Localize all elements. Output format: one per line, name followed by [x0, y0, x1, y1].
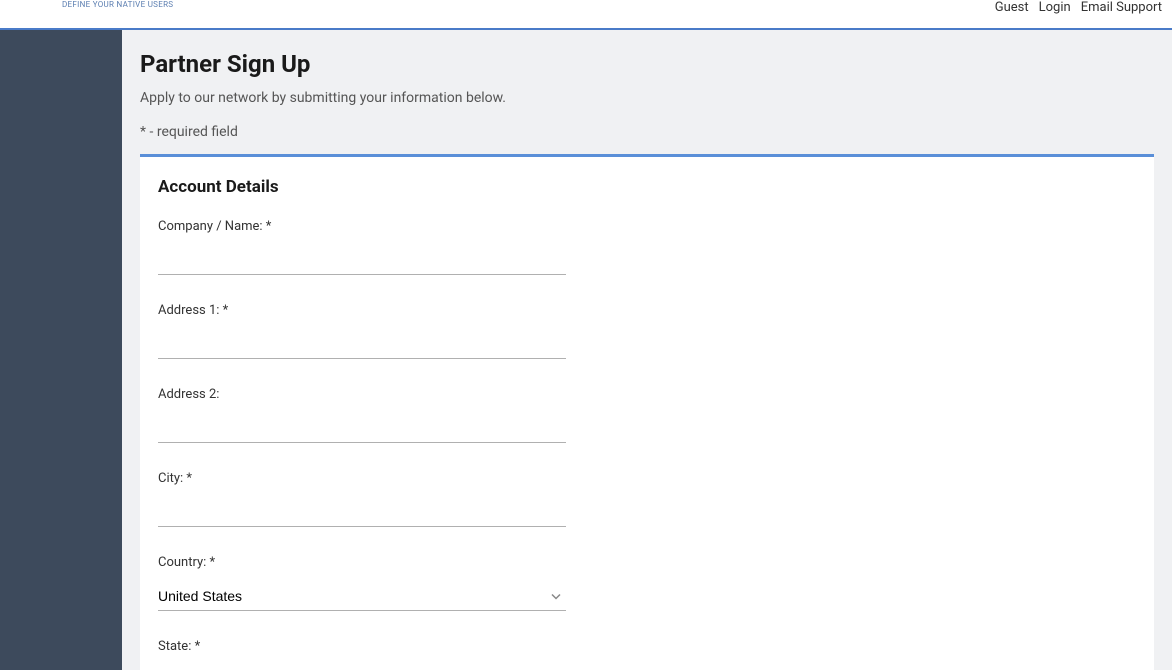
page-title: Partner Sign Up: [140, 50, 1154, 78]
required-note: * - required field: [140, 124, 1154, 140]
state-label: State: *: [158, 639, 566, 654]
main-container: Partner Sign Up Apply to our network by …: [0, 30, 1172, 670]
address2-label: Address 2:: [158, 387, 566, 402]
guest-link[interactable]: Guest: [995, 0, 1029, 15]
company-name-label: Company / Name: *: [158, 219, 566, 234]
country-select-wrapper: United States: [158, 582, 566, 611]
content-area: Partner Sign Up Apply to our network by …: [122, 30, 1172, 670]
sidebar: [0, 30, 122, 670]
email-support-link[interactable]: Email Support: [1081, 0, 1162, 15]
address1-field: Address 1: *: [158, 303, 566, 359]
city-field: City: *: [158, 471, 566, 527]
header-links: Guest Login Email Support: [995, 0, 1162, 15]
top-header: DEFINE YOUR NATIVE USERS Guest Login Ema…: [0, 0, 1172, 30]
state-select-wrapper: Alabama: [158, 666, 566, 670]
login-link[interactable]: Login: [1039, 0, 1071, 15]
logo: DEFINE YOUR NATIVE USERS: [10, 0, 173, 9]
address2-field: Address 2:: [158, 387, 566, 443]
country-select[interactable]: United States: [158, 582, 566, 611]
form-card: Account Details Company / Name: * Addres…: [140, 154, 1154, 670]
country-field: Country: * United States: [158, 555, 566, 611]
section-title: Account Details: [158, 177, 1136, 197]
address1-label: Address 1: *: [158, 303, 566, 318]
city-input[interactable]: [158, 498, 566, 527]
company-name-input[interactable]: [158, 246, 566, 275]
state-select[interactable]: Alabama: [158, 666, 566, 670]
city-label: City: *: [158, 471, 566, 486]
country-label: Country: *: [158, 555, 566, 570]
company-name-field: Company / Name: *: [158, 219, 566, 275]
address1-input[interactable]: [158, 330, 566, 359]
logo-tagline: DEFINE YOUR NATIVE USERS: [62, 0, 173, 9]
address2-input[interactable]: [158, 414, 566, 443]
state-field: State: * Alabama: [158, 639, 566, 670]
page-subtitle: Apply to our network by submitting your …: [140, 90, 1154, 106]
